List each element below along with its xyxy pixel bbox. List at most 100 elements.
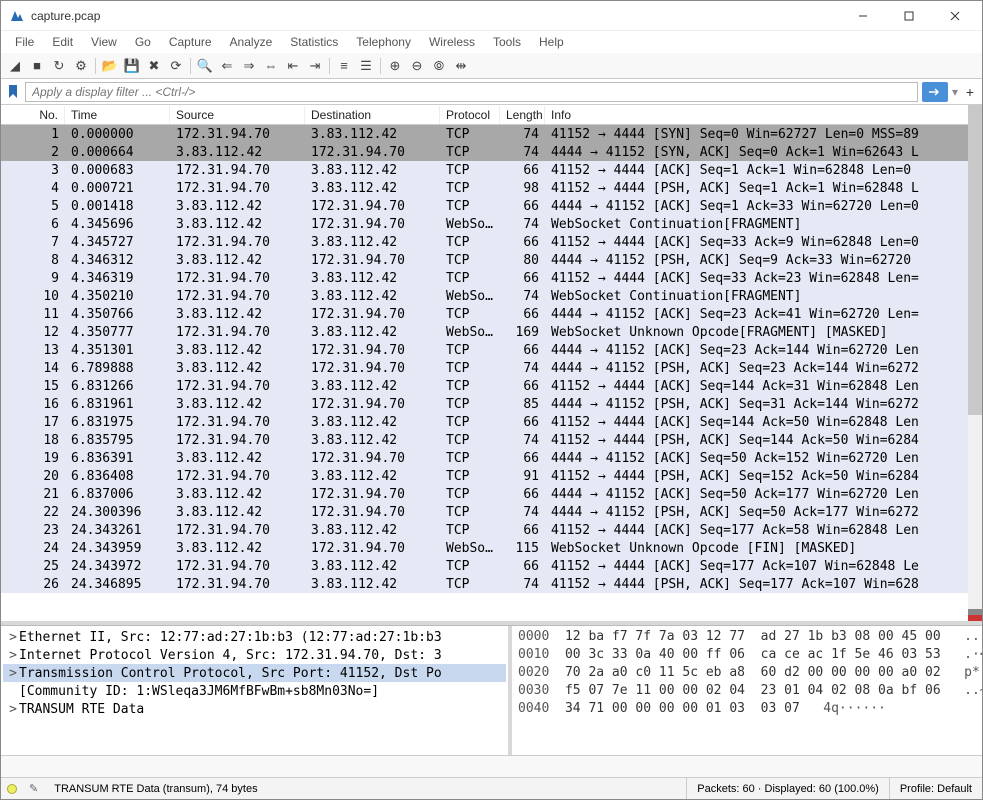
col-len[interactable]: Length <box>500 106 545 124</box>
minimize-button[interactable] <box>840 2 886 30</box>
hex-line[interactable]: 0020 70 2a a0 c0 11 5c eb a8 60 d2 00 00… <box>518 664 976 682</box>
table-row[interactable]: 146.7898883.83.112.42172.31.94.70TCP7444… <box>1 359 982 377</box>
hex-line[interactable]: 0010 00 3c 33 0a 40 00 ff 06 ca ce ac 1f… <box>518 646 976 664</box>
edit-icon[interactable]: ✎ <box>23 782 44 795</box>
zoom-out-icon[interactable]: ⊖ <box>407 56 427 76</box>
display-filter-input[interactable] <box>25 82 918 102</box>
pane-footer <box>1 755 982 777</box>
packet-details-pane[interactable]: >Ethernet II, Src: 12:77:ad:27:1b:b3 (12… <box>1 626 508 755</box>
colorize-icon[interactable]: ☰ <box>356 56 376 76</box>
table-row[interactable]: 30.000683172.31.94.703.83.112.42TCP66411… <box>1 161 982 179</box>
col-proto[interactable]: Protocol <box>440 106 500 124</box>
menu-edit[interactable]: Edit <box>44 33 81 51</box>
expert-led-icon[interactable] <box>7 784 17 794</box>
table-row[interactable]: 186.835795172.31.94.703.83.112.42TCP7441… <box>1 431 982 449</box>
table-row[interactable]: 166.8319613.83.112.42172.31.94.70TCP8544… <box>1 395 982 413</box>
table-row[interactable]: 2424.3439593.83.112.42172.31.94.70WebSo…… <box>1 539 982 557</box>
table-row[interactable]: 10.000000172.31.94.703.83.112.42TCP74411… <box>1 125 982 143</box>
apply-filter-button[interactable] <box>922 82 948 102</box>
table-row[interactable]: 156.831266172.31.94.703.83.112.42TCP6641… <box>1 377 982 395</box>
col-info[interactable]: Info <box>545 106 982 124</box>
close-file-icon[interactable]: ✖ <box>144 56 164 76</box>
col-time[interactable]: Time <box>65 106 170 124</box>
tree-item[interactable]: >TRANSUM RTE Data <box>3 700 506 718</box>
find-icon[interactable]: 🔍 <box>195 56 215 76</box>
hex-line[interactable]: 0030 f5 07 7e 11 00 00 02 04 23 01 04 02… <box>518 682 976 700</box>
statusbar: ✎ TRANSUM RTE Data (transum), 74 bytes P… <box>1 777 982 799</box>
menu-analyze[interactable]: Analyze <box>222 33 281 51</box>
status-packets: Packets: 60 · Displayed: 60 (100.0%) <box>687 778 890 799</box>
col-no[interactable]: No. <box>1 106 65 124</box>
stop-icon[interactable]: ■ <box>27 56 47 76</box>
menubar: FileEditViewGoCaptureAnalyzeStatisticsTe… <box>1 31 982 53</box>
zoom-in-icon[interactable]: ⊕ <box>385 56 405 76</box>
tree-item[interactable]: >Transmission Control Protocol, Src Port… <box>3 664 506 682</box>
bookmark-icon[interactable] <box>5 82 21 102</box>
titlebar: capture.pcap <box>1 1 982 31</box>
last-icon[interactable]: ⇥ <box>305 56 325 76</box>
packet-list-body[interactable]: 10.000000172.31.94.703.83.112.42TCP74411… <box>1 125 982 621</box>
table-row[interactable]: 20.0006643.83.112.42172.31.94.70TCP74444… <box>1 143 982 161</box>
table-row[interactable]: 216.8370063.83.112.42172.31.94.70TCP6644… <box>1 485 982 503</box>
table-row[interactable]: 94.346319172.31.94.703.83.112.42TCP66411… <box>1 269 982 287</box>
menu-go[interactable]: Go <box>127 33 159 51</box>
display-filter-bar: ▾ + <box>1 79 982 105</box>
next-icon[interactable]: ⇒ <box>239 56 259 76</box>
col-src[interactable]: Source <box>170 106 305 124</box>
table-row[interactable]: 2324.343261172.31.94.703.83.112.42TCP664… <box>1 521 982 539</box>
table-row[interactable]: 206.836408172.31.94.703.83.112.42TCP9141… <box>1 467 982 485</box>
table-row[interactable]: 64.3456963.83.112.42172.31.94.70WebSo…74… <box>1 215 982 233</box>
status-expert: TRANSUM RTE Data (transum), 74 bytes <box>44 778 687 799</box>
table-row[interactable]: 114.3507663.83.112.42172.31.94.70TCP6644… <box>1 305 982 323</box>
table-row[interactable]: 50.0014183.83.112.42172.31.94.70TCP66444… <box>1 197 982 215</box>
save-icon[interactable]: 💾 <box>122 56 142 76</box>
table-row[interactable]: 124.350777172.31.94.703.83.112.42WebSo…1… <box>1 323 982 341</box>
table-row[interactable]: 40.000721172.31.94.703.83.112.42TCP98411… <box>1 179 982 197</box>
reload-icon[interactable]: ⟳ <box>166 56 186 76</box>
tree-item[interactable]: >Internet Protocol Version 4, Src: 172.3… <box>3 646 506 664</box>
packet-bytes-pane[interactable]: 0000 12 ba f7 7f 7a 03 12 77 ad 27 1b b3… <box>512 626 982 755</box>
menu-view[interactable]: View <box>83 33 125 51</box>
packet-list-header[interactable]: No. Time Source Destination Protocol Len… <box>1 105 982 125</box>
add-filter-button[interactable]: + <box>962 82 978 102</box>
menu-wireless[interactable]: Wireless <box>421 33 483 51</box>
table-row[interactable]: 176.831975172.31.94.703.83.112.42TCP6641… <box>1 413 982 431</box>
tree-item[interactable]: >Ethernet II, Src: 12:77:ad:27:1b:b3 (12… <box>3 628 506 646</box>
packet-list-pane: No. Time Source Destination Protocol Len… <box>1 105 982 621</box>
packet-list-scrollbar[interactable] <box>968 105 982 621</box>
restart-icon[interactable]: ↻ <box>49 56 69 76</box>
tree-item[interactable]: [Community ID: 1:WSleqa3JM6MfBFwBm+sb8Mn… <box>3 682 506 700</box>
autoscroll-icon[interactable]: ≡ <box>334 56 354 76</box>
first-icon[interactable]: ⇤ <box>283 56 303 76</box>
menu-statistics[interactable]: Statistics <box>282 33 346 51</box>
menu-file[interactable]: File <box>7 33 42 51</box>
table-row[interactable]: 84.3463123.83.112.42172.31.94.70TCP80444… <box>1 251 982 269</box>
app-icon <box>9 8 25 24</box>
jump-icon[interactable]: ⇔ <box>261 56 281 76</box>
open-icon[interactable]: 📂 <box>100 56 120 76</box>
hex-line[interactable]: 0000 12 ba f7 7f 7a 03 12 77 ad 27 1b b3… <box>518 628 976 646</box>
close-button[interactable] <box>932 2 978 30</box>
table-row[interactable]: 2224.3003963.83.112.42172.31.94.70TCP744… <box>1 503 982 521</box>
zoom-reset-icon[interactable]: ⦾ <box>429 56 449 76</box>
prev-icon[interactable]: ⇐ <box>217 56 237 76</box>
table-row[interactable]: 2624.346895172.31.94.703.83.112.42TCP744… <box>1 575 982 593</box>
table-row[interactable]: 134.3513013.83.112.42172.31.94.70TCP6644… <box>1 341 982 359</box>
options-icon[interactable]: ⚙ <box>71 56 91 76</box>
menu-help[interactable]: Help <box>531 33 572 51</box>
table-row[interactable]: 2524.343972172.31.94.703.83.112.42TCP664… <box>1 557 982 575</box>
table-row[interactable]: 104.350210172.31.94.703.83.112.42WebSo…7… <box>1 287 982 305</box>
table-row[interactable]: 74.345727172.31.94.703.83.112.42TCP66411… <box>1 233 982 251</box>
menu-telephony[interactable]: Telephony <box>348 33 419 51</box>
resize-cols-icon[interactable]: ⇹ <box>451 56 471 76</box>
maximize-button[interactable] <box>886 2 932 30</box>
hex-line[interactable]: 0040 34 71 00 00 00 00 01 03 03 07 4q···… <box>518 700 976 718</box>
status-profile[interactable]: Profile: Default <box>890 778 982 799</box>
menu-capture[interactable]: Capture <box>161 33 220 51</box>
table-row[interactable]: 196.8363913.83.112.42172.31.94.70TCP6644… <box>1 449 982 467</box>
col-dst[interactable]: Destination <box>305 106 440 124</box>
menu-tools[interactable]: Tools <box>485 33 529 51</box>
window-title: capture.pcap <box>31 9 840 23</box>
main-toolbar: ◢■↻⚙ 📂💾✖⟳ 🔍⇐⇒⇔⇤⇥ ≡☰ ⊕⊖⦾⇹ <box>1 53 982 79</box>
shark-fin-icon[interactable]: ◢ <box>5 56 25 76</box>
